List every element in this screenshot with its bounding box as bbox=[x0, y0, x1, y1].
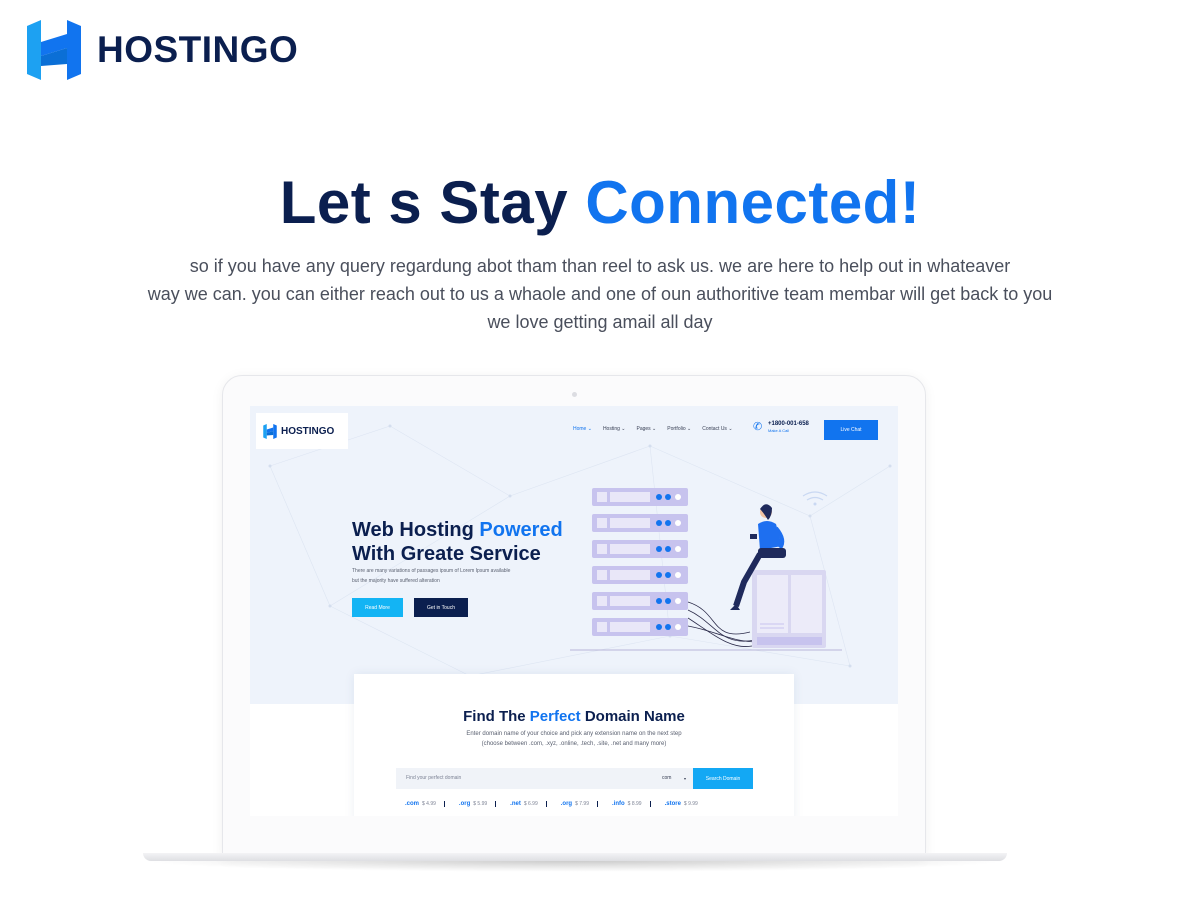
mockup-logo[interactable]: HOSTINGO bbox=[256, 413, 348, 449]
nav-item-hosting[interactable]: Hosting ⌄ bbox=[603, 426, 626, 432]
laptop-base bbox=[143, 853, 1007, 861]
domain-search-card: Find The Perfect Domain Name Enter domai… bbox=[354, 674, 794, 816]
phone-subtitle: Make A Call bbox=[768, 428, 790, 433]
title-main: Let s Stay bbox=[279, 169, 586, 236]
domain-search-bar: Find your perfect domain com ▾ Search Do… bbox=[396, 768, 753, 789]
brand[interactable]: HOSTINGO bbox=[27, 20, 298, 80]
price-divider bbox=[443, 801, 445, 807]
nav-label: Contact Us bbox=[702, 426, 727, 432]
price-divider bbox=[597, 801, 598, 807]
hero-desc-line: There are many variations of passages ip… bbox=[352, 568, 511, 574]
domain-prices: .com $ 4.99 .org $ 5.99 .net $ 6.99 .org $ 7… bbox=[405, 801, 706, 807]
mockup-logo-name: HOSTINGO bbox=[281, 425, 335, 437]
nav-item-pages[interactable]: Pages ⌄ bbox=[636, 426, 656, 432]
domain-title-accent: Perfect bbox=[529, 708, 581, 725]
nav-label: Pages bbox=[636, 426, 651, 432]
price-divider bbox=[649, 801, 651, 807]
price-ext: .info bbox=[612, 801, 625, 807]
search-domain-button[interactable]: Search Domain bbox=[693, 768, 753, 789]
hostingo-logo-icon bbox=[27, 20, 81, 80]
nav-item-contact[interactable]: Contact Us ⌄ bbox=[702, 426, 732, 432]
price-amount: $ 4.99 bbox=[422, 801, 436, 807]
intro-line: we love getting amail all day bbox=[487, 312, 713, 332]
price-item[interactable]: .store $ 9.99 bbox=[665, 801, 698, 807]
hostingo-logo-icon bbox=[263, 423, 277, 439]
phone-icon: ✆ bbox=[753, 420, 763, 433]
domain-title: Find The Perfect Domain Name bbox=[354, 708, 794, 725]
price-ext: .org bbox=[560, 801, 573, 807]
price-divider bbox=[495, 801, 497, 807]
server-illustration-icon bbox=[570, 488, 842, 651]
nav-label: Hosting bbox=[602, 426, 620, 432]
page-title: Let s Stay Connected! bbox=[0, 168, 1200, 237]
get-in-touch-button[interactable]: Get in Touch bbox=[414, 598, 468, 617]
title-accent: Connected! bbox=[585, 169, 921, 236]
phone-contact[interactable]: ✆ +1800-001-658 Make A Call bbox=[753, 421, 809, 433]
live-chat-button[interactable]: Live Chat bbox=[824, 420, 878, 440]
domain-subtitle: Enter domain name of your choice and pic… bbox=[354, 729, 794, 749]
price-item[interactable]: .net $ 6.99 bbox=[510, 801, 538, 807]
intro-line: so if you have any query regardung abot … bbox=[189, 256, 1011, 276]
price-item[interactable]: .org $ 5.99 bbox=[459, 801, 487, 807]
mockup-hero-title: Web Hosting Powered With Greate Service bbox=[352, 518, 563, 566]
hero-title-main: Web Hosting bbox=[352, 519, 480, 541]
mockup-hero-desc: There are many variations of passages ip… bbox=[352, 566, 552, 586]
phone-number: +1800-001-658 bbox=[768, 421, 809, 427]
price-item[interactable]: .org $ 7.99 bbox=[561, 801, 589, 807]
price-amount: $ 5.99 bbox=[473, 801, 488, 807]
mockup-hero: HOSTINGO Home ⌄ Hosting ⌄ Pages ⌄ Portfo… bbox=[250, 406, 898, 704]
extension-select[interactable]: com bbox=[662, 768, 671, 789]
price-ext: .store bbox=[664, 801, 681, 807]
laptop-screen: HOSTINGO Home ⌄ Hosting ⌄ Pages ⌄ Portfo… bbox=[250, 406, 898, 816]
price-ext: .com bbox=[405, 801, 420, 807]
domain-title-part: Find The bbox=[463, 708, 530, 725]
domain-sub-line: Enter domain name of your choice and pic… bbox=[466, 731, 682, 737]
intro-text: so if you have any query regardung abot … bbox=[0, 252, 1200, 336]
nav-item-home[interactable]: Home ⌄ bbox=[573, 426, 592, 432]
hero-desc-line: but the majority have suffered alteratio… bbox=[352, 578, 440, 584]
mockup-nav: Home ⌄ Hosting ⌄ Pages ⌄ Portfolio ⌄ Con… bbox=[573, 426, 733, 432]
nav-label: Home bbox=[573, 426, 587, 432]
price-amount: $ 9.99 bbox=[683, 801, 698, 807]
price-ext: .org bbox=[458, 801, 471, 807]
chevron-down-icon[interactable]: ▾ bbox=[684, 768, 686, 789]
read-more-button[interactable]: Read More bbox=[352, 598, 403, 617]
price-amount: $ 8.99 bbox=[627, 801, 642, 807]
price-divider bbox=[545, 801, 547, 807]
price-ext: .net bbox=[510, 801, 521, 807]
price-item[interactable]: .com $ 4.99 bbox=[405, 801, 436, 807]
price-amount: $ 7.99 bbox=[575, 801, 589, 807]
brand-name: HOSTINGO bbox=[97, 29, 299, 70]
hero-title-line2: With Greate Service bbox=[352, 543, 541, 565]
hero-title-accent: Powered bbox=[479, 519, 563, 541]
nav-item-portfolio[interactable]: Portfolio ⌄ bbox=[667, 426, 691, 432]
intro-line: way we can. you can either reach out to … bbox=[147, 284, 1053, 304]
price-amount: $ 6.99 bbox=[523, 801, 538, 807]
domain-search-input[interactable]: Find your perfect domain bbox=[406, 768, 461, 789]
price-item[interactable]: .info $ 8.99 bbox=[612, 801, 642, 807]
domain-title-part: Domain Name bbox=[580, 708, 685, 725]
camera-dot bbox=[572, 392, 577, 397]
domain-sub-line: (choose between .com, .xyz, .online, .te… bbox=[481, 741, 667, 747]
nav-label: Portfolio bbox=[667, 426, 686, 432]
